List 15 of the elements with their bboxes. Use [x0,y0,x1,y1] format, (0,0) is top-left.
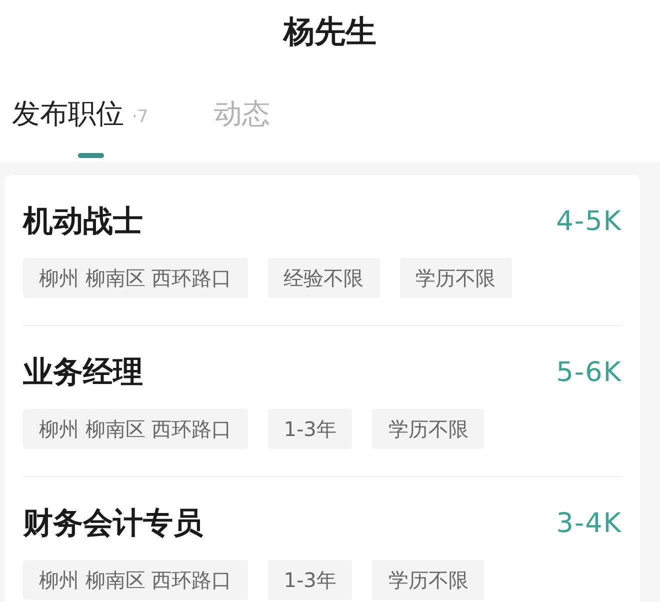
tab-indicator [78,153,104,158]
job-item[interactable]: 财务会计专员 3-4K 柳州 柳南区 西环路口 1-3年 学历不限 [23,477,622,602]
job-tag: 柳州 柳南区 西环路口 [23,258,248,298]
job-tag: 经验不限 [268,258,380,298]
job-item[interactable]: 业务经理 5-6K 柳州 柳南区 西环路口 1-3年 学历不限 [23,326,622,477]
job-tag: 学历不限 [372,409,484,449]
job-item[interactable]: 机动战士 4-5K 柳州 柳南区 西环路口 经验不限 学历不限 [23,175,622,326]
job-tag: 1-3年 [268,560,352,600]
job-tag: 柳州 柳南区 西环路口 [23,560,248,600]
job-tag: 柳州 柳南区 西环路口 [23,409,248,449]
page-title: 杨先生 [284,13,376,52]
tab[interactable]: 发布职位 ·7 [12,64,148,134]
job-tag: 1-3年 [268,409,352,449]
job-tag: 学历不限 [372,560,484,600]
job-tag: 学历不限 [400,258,512,298]
